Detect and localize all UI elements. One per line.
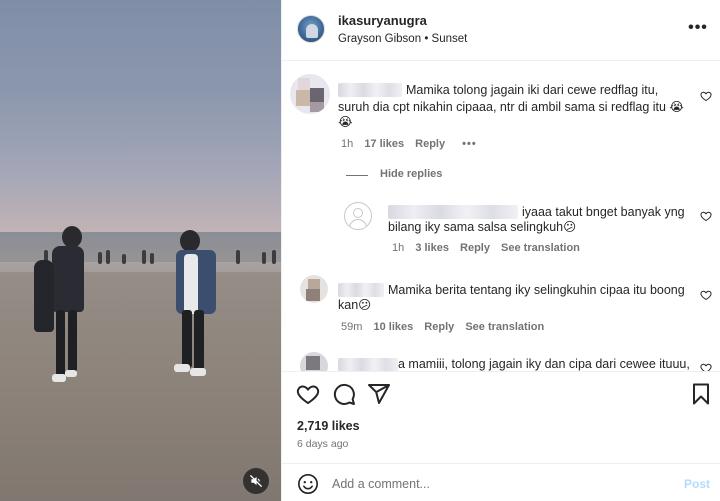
more-options-button[interactable]: ••• xyxy=(688,18,708,38)
background-person xyxy=(98,252,102,264)
commenter-username-redacted xyxy=(338,358,398,371)
commenter-username-redacted xyxy=(388,205,518,219)
comment-meta: 59m 10 likes Reply See translation xyxy=(341,321,552,333)
comment-time: 1h xyxy=(341,138,354,150)
share-icon[interactable] xyxy=(367,382,391,406)
background-person xyxy=(150,253,154,264)
avatar[interactable] xyxy=(297,15,325,43)
heart-icon[interactable] xyxy=(700,289,712,301)
comment-options-button[interactable]: ••• xyxy=(462,138,477,150)
hide-replies-button[interactable]: Hide replies xyxy=(380,168,442,180)
see-translation-button[interactable]: See translation xyxy=(501,242,580,254)
music-attribution[interactable]: Grayson Gibson • Sunset xyxy=(338,33,467,45)
person-left xyxy=(32,226,92,390)
music-separator: • xyxy=(424,33,429,45)
commenter-avatar[interactable] xyxy=(344,202,372,230)
commenter-username-redacted xyxy=(338,283,384,297)
muted-speaker-icon xyxy=(250,475,262,487)
comment-text-line: suruh dia cpt nikahin cipaaa, ntr di amb… xyxy=(338,100,685,114)
heart-icon[interactable] xyxy=(700,210,712,222)
comment-input[interactable] xyxy=(332,474,662,494)
comment-text-line: a mamiii, tolong jagain iky dan cipa dar… xyxy=(398,357,690,371)
heart-icon[interactable] xyxy=(700,90,712,102)
music-artist: Grayson Gibson xyxy=(338,33,422,45)
comment-text-line: Mamika berita tentang iky selingkuhin ci… xyxy=(388,283,685,297)
comment-likes[interactable]: 17 likes xyxy=(364,138,404,150)
commenter-avatar[interactable] xyxy=(290,74,330,114)
comment-text-line: kan😕 xyxy=(338,298,372,312)
reply-button[interactable]: Reply xyxy=(415,138,445,150)
comment-meta: 1h 3 likes Reply See translation xyxy=(392,242,588,254)
person-right xyxy=(170,230,222,382)
background-person xyxy=(122,254,126,264)
reply-button[interactable]: Reply xyxy=(424,321,454,333)
comment-icon[interactable] xyxy=(332,382,356,406)
comment-text-line: 😭 xyxy=(338,115,353,129)
post-details-panel: ikasuryanugra Grayson Gibson • Sunset ••… xyxy=(281,0,720,501)
commenter-avatar[interactable] xyxy=(300,275,328,303)
bookmark-icon[interactable] xyxy=(689,382,713,406)
comment-composer: Post xyxy=(282,463,720,501)
commenter-username-redacted xyxy=(338,83,402,97)
comment-time: 1h xyxy=(392,242,405,254)
background-person xyxy=(262,252,266,264)
username-link[interactable]: ikasuryanugra xyxy=(338,13,427,28)
emoji-icon[interactable] xyxy=(297,473,319,495)
background-person xyxy=(142,250,146,264)
post-button[interactable]: Post xyxy=(684,477,710,491)
background-person xyxy=(236,250,240,264)
post-actions: 2,719 likes 6 days ago xyxy=(282,371,720,463)
mute-button[interactable] xyxy=(243,468,269,494)
comment-text-line: bilang iky sama salsa selingkuh😕 xyxy=(388,220,577,234)
reply-button[interactable]: Reply xyxy=(460,242,490,254)
music-title: Sunset xyxy=(431,33,468,45)
comment-time: 59m xyxy=(341,321,363,333)
post-timestamp: 6 days ago xyxy=(297,438,349,450)
post-header: ikasuryanugra Grayson Gibson • Sunset ••… xyxy=(282,0,720,61)
heart-icon[interactable] xyxy=(296,382,320,406)
comment-likes[interactable]: 3 likes xyxy=(415,242,449,254)
hide-replies-divider xyxy=(346,175,368,176)
background-person xyxy=(106,250,110,264)
comment-likes[interactable]: 10 likes xyxy=(373,321,413,333)
comment-meta: 1h 17 likes Reply ••• xyxy=(341,138,485,150)
likes-count[interactable]: 2,719 likes xyxy=(297,419,360,433)
see-translation-button[interactable]: See translation xyxy=(465,321,544,333)
comments-list[interactable]: Mamika tolong jagain iki dari cewe redfl… xyxy=(282,61,720,371)
post-video[interactable] xyxy=(0,0,281,501)
heart-icon[interactable] xyxy=(700,362,712,371)
commenter-avatar[interactable] xyxy=(300,352,328,371)
background-person xyxy=(272,250,276,264)
